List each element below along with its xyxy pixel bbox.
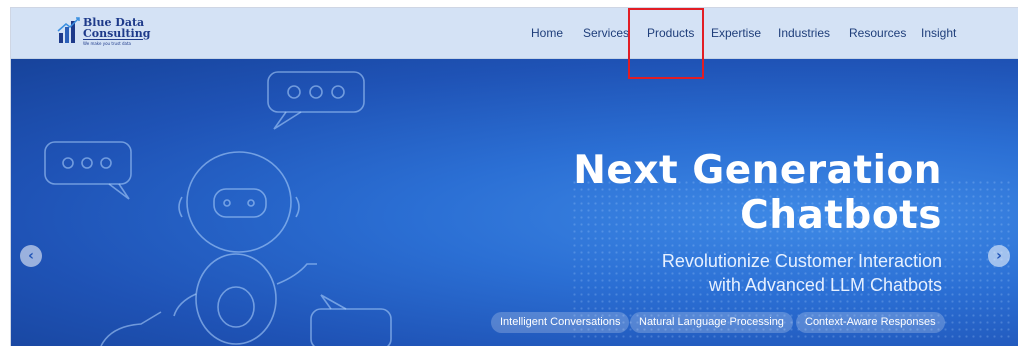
carousel-next-icon[interactable]: › xyxy=(988,245,1010,267)
hero-subheadline-line1: Revolutionize Customer Interaction xyxy=(661,251,942,271)
feature-pill: Context-Aware Responses xyxy=(796,312,945,333)
page-frame: Blue Data Consulting We make you trust d… xyxy=(10,7,1018,346)
nav-products[interactable]: Products xyxy=(647,26,694,40)
top-navbar: Blue Data Consulting We make you trust d… xyxy=(11,8,1018,59)
brand-tagline: We make you trust data xyxy=(83,39,143,46)
hero-carousel: Next Generation Chatbots Revolutionize C… xyxy=(11,59,1018,346)
hero-headline-line2: Chatbots xyxy=(740,193,942,238)
nav-services[interactable]: Services xyxy=(583,26,629,40)
hero-subheadline-line2: with Advanced LLM Chatbots xyxy=(708,275,942,295)
nav-industries[interactable]: Industries xyxy=(778,26,830,40)
carousel-prev-icon[interactable]: ‹ xyxy=(20,245,42,267)
nav-expertise[interactable]: Expertise xyxy=(711,26,761,40)
nav-insight[interactable]: Insight xyxy=(921,26,956,40)
bar-chart-logo-icon xyxy=(57,17,80,43)
nav-home[interactable]: Home xyxy=(531,26,563,40)
feature-pill: Natural Language Processing xyxy=(630,312,793,333)
nav-resources[interactable]: Resources xyxy=(849,26,906,40)
feature-pill: Intelligent Conversations xyxy=(491,312,630,333)
hero-headline-line1: Next Generation xyxy=(573,148,942,193)
brand-name-line2: Consulting xyxy=(83,27,151,40)
chatbot-robot-illustration xyxy=(44,71,392,346)
brand-logo[interactable]: Blue Data Consulting We make you trust d… xyxy=(57,15,157,47)
